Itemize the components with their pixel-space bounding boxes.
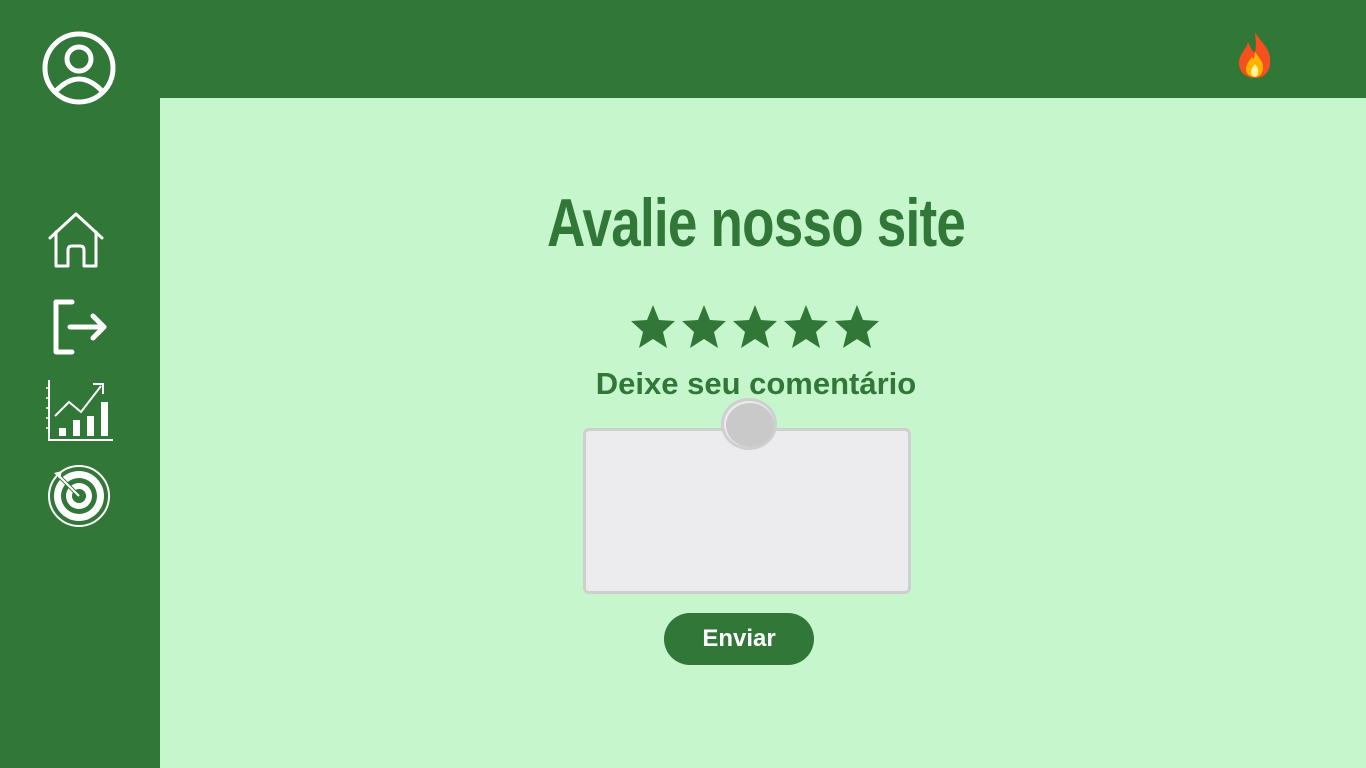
star-icon[interactable]: [681, 304, 727, 350]
top-bar: [0, 0, 1366, 98]
stats-chart-icon[interactable]: [45, 378, 115, 444]
star-icon[interactable]: [630, 304, 676, 350]
page-title: Avalie nosso site: [546, 185, 966, 261]
comment-input[interactable]: [583, 428, 911, 594]
star-rating[interactable]: [630, 304, 886, 350]
home-icon[interactable]: [46, 210, 106, 270]
logout-icon[interactable]: [48, 297, 110, 357]
comment-tab-dot: [726, 403, 774, 447]
star-icon[interactable]: [834, 304, 880, 350]
star-icon[interactable]: [732, 304, 778, 350]
fire-icon[interactable]: [1234, 30, 1276, 80]
target-icon[interactable]: [46, 463, 112, 529]
star-icon[interactable]: [783, 304, 829, 350]
comment-area: [583, 398, 915, 598]
user-profile-icon[interactable]: [40, 29, 118, 107]
send-button[interactable]: Enviar: [664, 613, 814, 665]
